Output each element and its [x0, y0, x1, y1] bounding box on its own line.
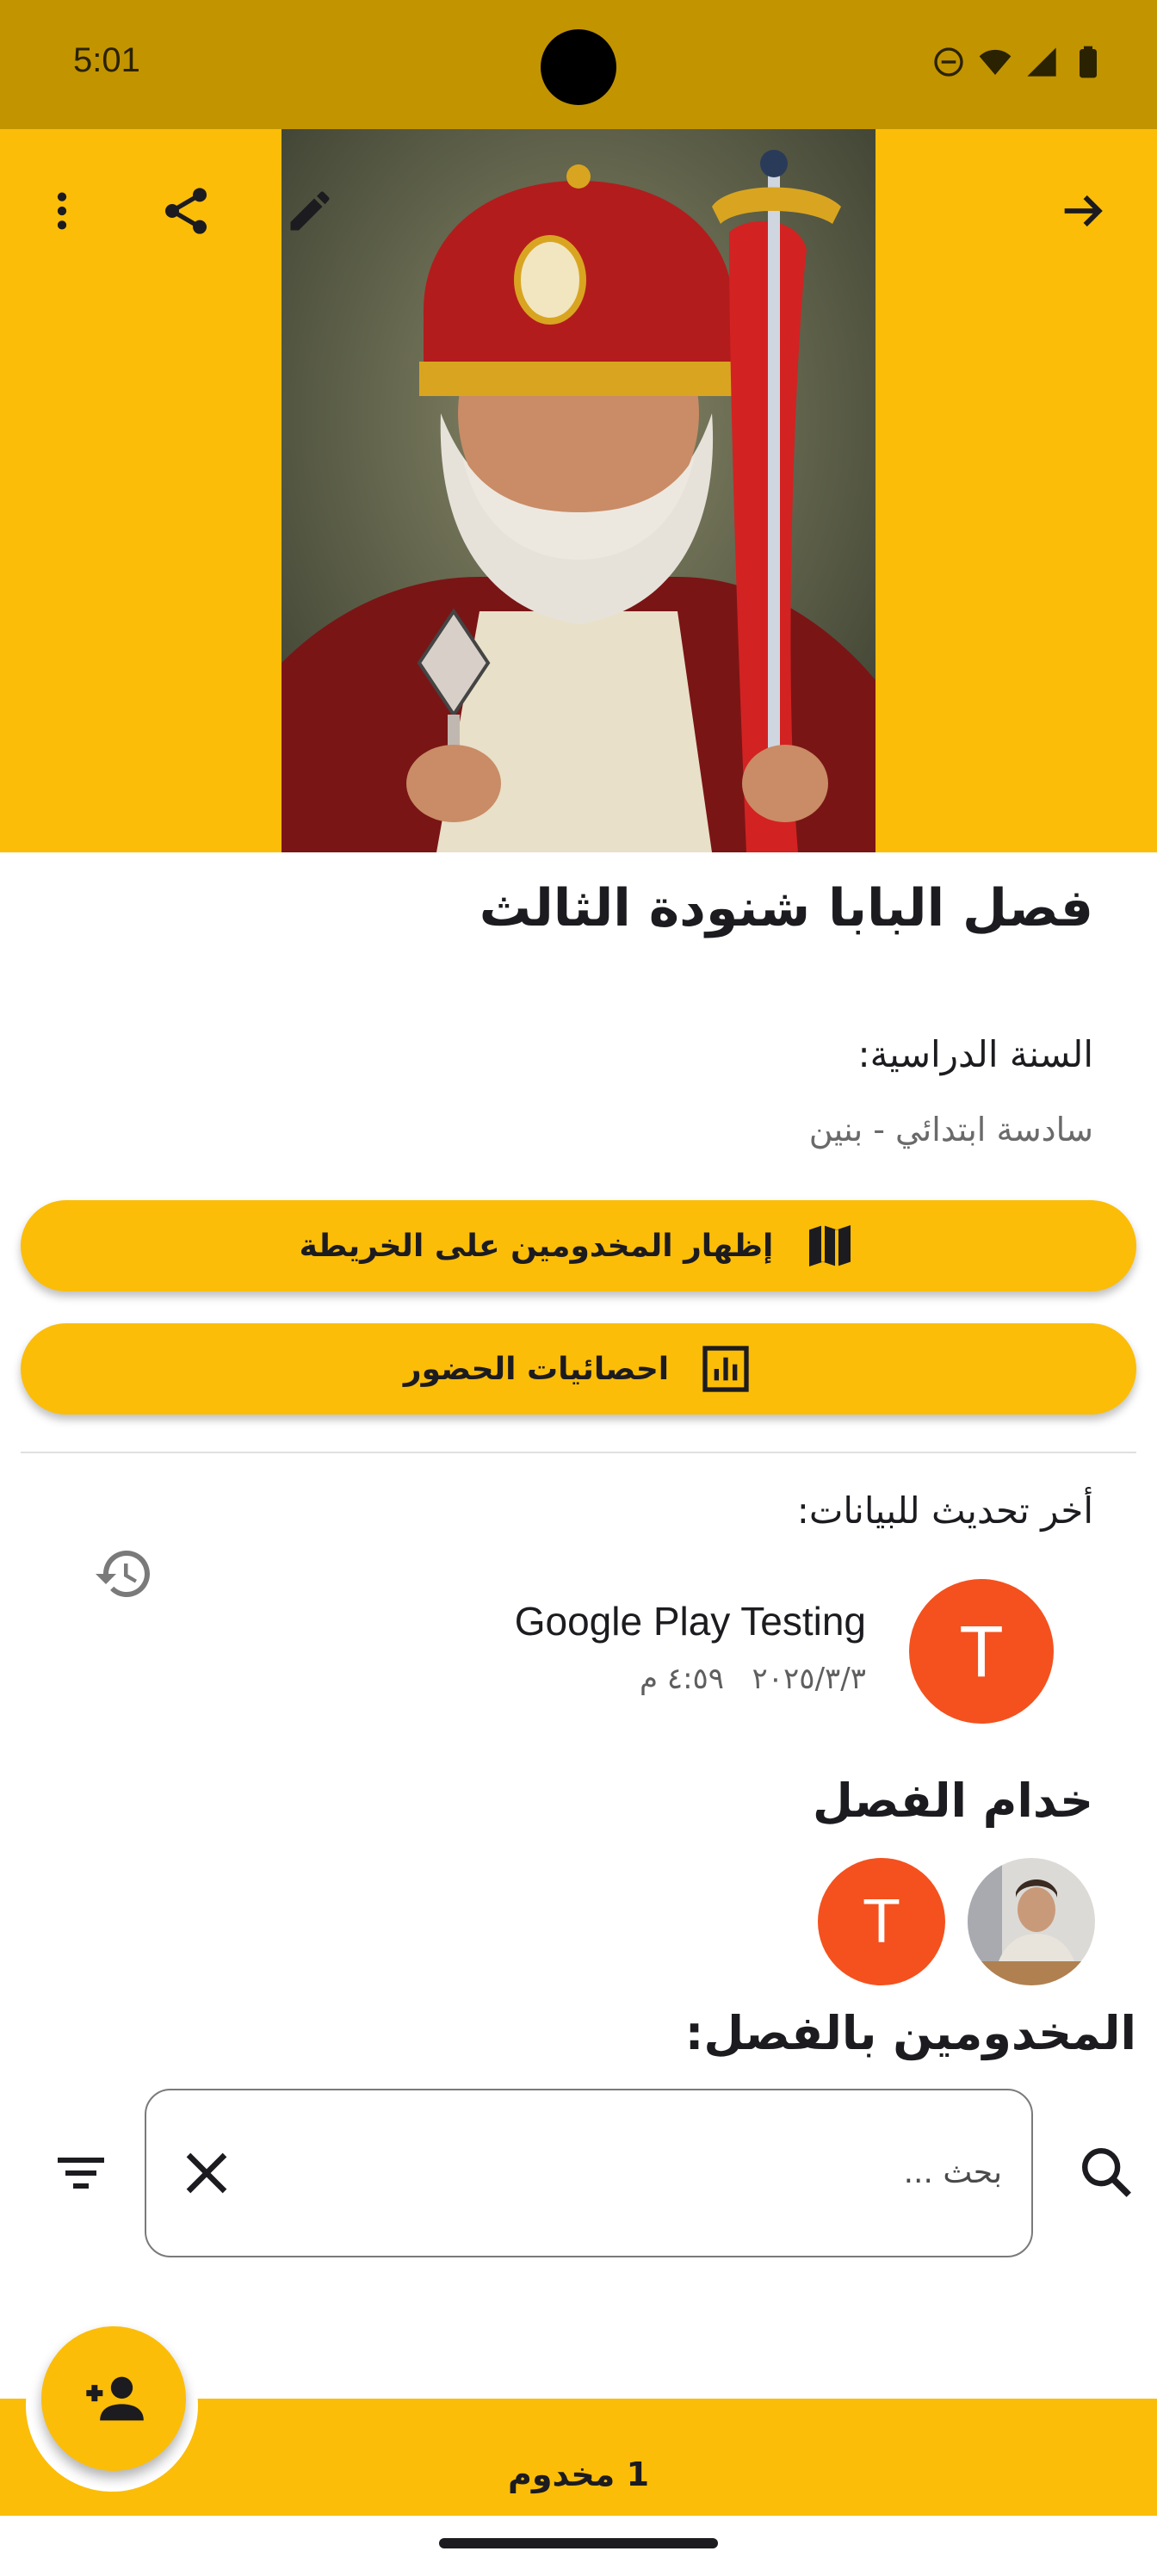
update-datetime: ٢٠٢٥/٣/٣ ٤:٥٩ م: [640, 1662, 866, 1696]
share-icon: [165, 188, 207, 234]
signal-icon: [1027, 47, 1056, 77]
edit-button[interactable]: [275, 176, 344, 245]
search-field: [145, 2089, 1033, 2257]
status-bar: 5:01: [0, 0, 1157, 129]
served-title: المخدومين بالفصل:: [684, 2006, 1136, 2060]
update-time: ٤:٥٩ م: [639, 1662, 725, 1696]
more-vert-icon: [57, 192, 67, 230]
add-person-button[interactable]: [41, 2326, 186, 2471]
status-icons: [931, 45, 1105, 79]
status-time: 5:01: [73, 41, 140, 79]
search-input[interactable]: [331, 2142, 1002, 2202]
share-button[interactable]: [152, 176, 220, 245]
pope-portrait-image: [282, 129, 875, 852]
study-year-value: سادسة ابتدائي - بنين: [808, 1111, 1093, 1149]
wifi-icon: [979, 49, 1012, 75]
servants-title: خدام الفصل: [812, 1774, 1093, 1828]
close-icon[interactable]: [176, 2142, 238, 2204]
attendance-stats-button[interactable]: احصائيات الحضور: [21, 1323, 1136, 1415]
person-add-icon: [86, 2376, 144, 2421]
camera-cutout: [541, 29, 616, 105]
battery-icon: [1080, 46, 1097, 78]
dnd-icon: [934, 47, 963, 77]
class-image[interactable]: [282, 129, 875, 852]
search-icon[interactable]: [1076, 2142, 1136, 2202]
servant-photo-image: [968, 1858, 1095, 1985]
show-on-map-button[interactable]: إظهار المخدومين على الخريطة: [21, 1200, 1136, 1291]
filter-icon[interactable]: [50, 2142, 112, 2204]
servant-photo-avatar[interactable]: [968, 1858, 1095, 1985]
arrow-forward-icon: [1064, 195, 1103, 227]
history-icon[interactable]: [93, 1543, 155, 1605]
map-icon: [809, 1225, 851, 1266]
class-title: فصل البابا شنودة الثالث: [479, 878, 1093, 938]
section-divider: [21, 1452, 1136, 1453]
edit-icon: [290, 191, 330, 231]
last-update-label: أخر تحديث للبيانات:: [796, 1489, 1093, 1532]
more-options-button[interactable]: [28, 176, 96, 245]
home-gesture-handle[interactable]: [439, 2538, 718, 2548]
updater-avatar[interactable]: T: [909, 1579, 1054, 1724]
updater-name: Google Play Testing: [514, 1599, 866, 1644]
update-date: ٢٠٢٥/٣/٣: [752, 1662, 866, 1696]
servant-avatar[interactable]: T: [818, 1858, 945, 1985]
attendance-stats-label: احصائيات الحضور: [403, 1351, 670, 1387]
back-button[interactable]: [1049, 176, 1117, 245]
app-header: [0, 129, 1157, 852]
show-on-map-label: إظهار المخدومين على الخريطة: [299, 1228, 774, 1264]
study-year-label: السنة الدراسية:: [857, 1033, 1093, 1075]
analytics-icon: [702, 1346, 749, 1392]
